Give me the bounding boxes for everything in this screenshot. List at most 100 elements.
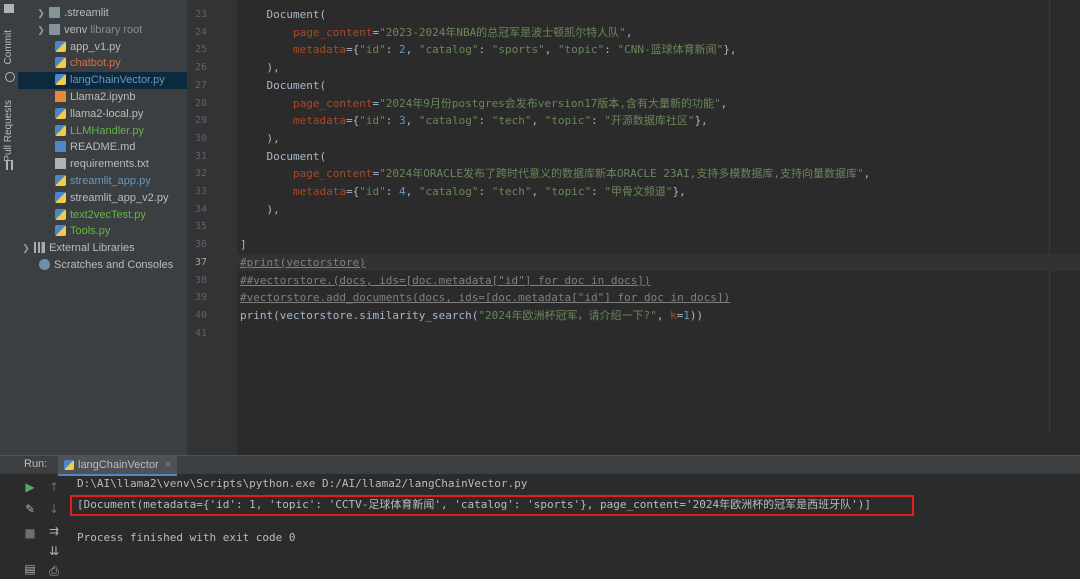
layout-icon[interactable]: ▤ [22,561,38,577]
line-number: 35 [194,221,207,233]
code-editor[interactable]: 23 Document(24 page_content="2023-2024年N… [187,0,1080,455]
py-file-icon [55,74,66,86]
tree-item-label: LLMHandler.py [70,124,144,137]
chevron-right-icon[interactable]: ❯ [21,240,31,257]
md-file-icon [55,141,66,153]
rerun-icon[interactable]: ▶ [22,479,38,495]
line-number: 25 [194,44,207,56]
wrench-icon[interactable]: ✎ [22,501,38,517]
py-file-icon [55,225,66,237]
code-line[interactable]: print(vectorstore.similarity_search("202… [240,307,703,325]
code-line[interactable]: #print(vectorstore) [240,254,366,272]
stop-icon[interactable]: ■ [22,525,38,541]
right-margin-guide [1049,0,1050,432]
tree-item-label: text2vecTest.py [70,208,146,221]
tree-file-item[interactable]: LLMHandler.py [18,123,187,140]
scroll-up-icon[interactable]: ↑ [46,479,62,495]
tree-file-item[interactable]: requirements.txt [18,156,187,173]
tree-file-item[interactable]: README.md [18,139,187,156]
close-tab-icon[interactable]: × [165,459,171,471]
tree-item-label: llama2-local.py [70,107,144,120]
line-number: 34 [194,203,207,215]
libraries-icon [34,242,46,254]
run-command-line: D:\AI\llama2\venv\Scripts\python.exe D:/… [77,477,528,490]
tree-item-label: app_v1.py [70,40,121,53]
line-number: 24 [194,26,207,38]
tree-item-label: Tools.py [70,225,111,238]
line-number: 38 [194,274,207,286]
py-file-icon [55,107,66,119]
code-line[interactable]: Document( [240,6,326,24]
code-line[interactable]: ] [240,236,247,254]
tree-item-label: .streamlit [64,7,109,19]
scratches-icon [39,259,50,270]
line-number: 36 [194,239,207,251]
run-tab-langchainvector[interactable]: langChainVector × [58,456,178,476]
code-line[interactable]: metadata={"id": 3, "catalog": "tech", "t… [240,112,708,130]
tree-item-label: README.md [70,141,136,154]
commit-tool-tab[interactable]: Commit [3,30,14,64]
tree-file-item[interactable]: llama2-local.py [18,106,187,123]
py-file-icon [55,175,66,186]
line-number: 33 [194,186,207,197]
py-file-icon [55,208,66,220]
line-number: 32 [194,168,207,180]
process-exit-message: Process finished with exit code 0 [77,531,296,544]
pull-request-icon [6,160,13,170]
py-file-icon [55,124,66,136]
code-line[interactable]: #vectorstore.add_documents(docs, ids=[do… [240,289,730,307]
scroll-to-end-icon[interactable]: ⇊ [46,543,62,559]
tree-file-item[interactable]: app_v1.py [18,39,187,56]
pull-requests-tool-tab[interactable]: Pull Requests [3,100,14,162]
tree-file-item[interactable]: streamlit_app.py [18,173,187,190]
python-file-icon [64,460,74,470]
code-line[interactable]: Document( [240,148,326,166]
line-number: 26 [194,62,207,74]
external-libraries-label: External Libraries [49,242,135,255]
chevron-right-icon[interactable]: ❯ [36,5,46,22]
soft-wrap-icon[interactable]: ⇉ [46,523,62,539]
tree-item-label: streamlit_app.py [70,175,151,187]
code-line[interactable]: page_content="2024年ORACLE发布了跨时代意义的数据库新本O… [240,165,870,183]
run-label: Run: [24,458,48,470]
tree-file-item[interactable]: Tools.py [18,223,187,240]
tree-file-item[interactable]: Llama2.ipynb [18,89,187,106]
tree-folder-item[interactable]: ❯ venv library root [18,22,187,39]
line-number: 29 [194,115,207,127]
line-number: 39 [194,292,207,304]
tree-file-item[interactable]: text2vecTest.py [18,207,187,224]
commit-icon [5,72,15,82]
line-number: 28 [194,97,207,109]
tree-file-item[interactable]: streamlit_app_v2.py [18,190,187,207]
code-line[interactable]: metadata={"id": 2, "catalog": "sports", … [240,41,737,59]
print-icon[interactable]: ⎙ [46,563,62,579]
code-line[interactable]: metadata={"id": 4, "catalog": "tech", "t… [240,183,686,201]
chevron-right-icon[interactable]: ❯ [36,22,46,39]
code-line[interactable]: ), [240,130,279,148]
py-file-icon [55,57,66,69]
scroll-down-icon[interactable]: ↓ [46,501,62,517]
tree-external-libraries[interactable]: ❯ External Libraries [18,240,187,257]
doc-file-icon [55,158,66,170]
tree-file-item[interactable]: chatbot.py [18,55,187,72]
code-line[interactable]: ), [240,59,279,77]
code-line[interactable]: Document( [240,77,326,95]
folder-icon [49,23,61,35]
line-number: 31 [194,150,207,162]
tree-item-label: langChainVector.py [70,74,165,87]
tree-item-label: requirements.txt [70,158,149,171]
code-line[interactable]: page_content="2023-2024年NBA的总冠军是波士顿凯尔特人队… [240,24,632,42]
line-number: 27 [194,79,207,91]
run-result-output: [Document(metadata={'id': 1, 'topic': 'C… [77,498,872,511]
project-tool-icon[interactable] [4,4,14,13]
tree-item-label: streamlit_app_v2.py [70,191,169,204]
code-line[interactable]: page_content="2024年9月份postgres会发布version… [240,95,727,113]
line-number: 41 [194,327,207,339]
run-panel: Run: langChainVector × ▶ ↑ ✎ ↓ ■ ⇉ ⇊ ▤ ⎙ … [0,455,1080,579]
tree-folder-item[interactable]: ❯ .streamlit [18,5,187,22]
code-line[interactable]: ##vectorstore.(docs, ids=[doc.metadata["… [240,272,651,290]
code-line[interactable]: ), [240,201,279,219]
run-toolbar: ▶ ↑ ✎ ↓ ■ ⇉ ⇊ ▤ ⎙ [18,475,66,579]
tree-scratches[interactable]: Scratches and Consoles [18,257,187,274]
tree-file-item[interactable]: langChainVector.py [18,72,187,90]
